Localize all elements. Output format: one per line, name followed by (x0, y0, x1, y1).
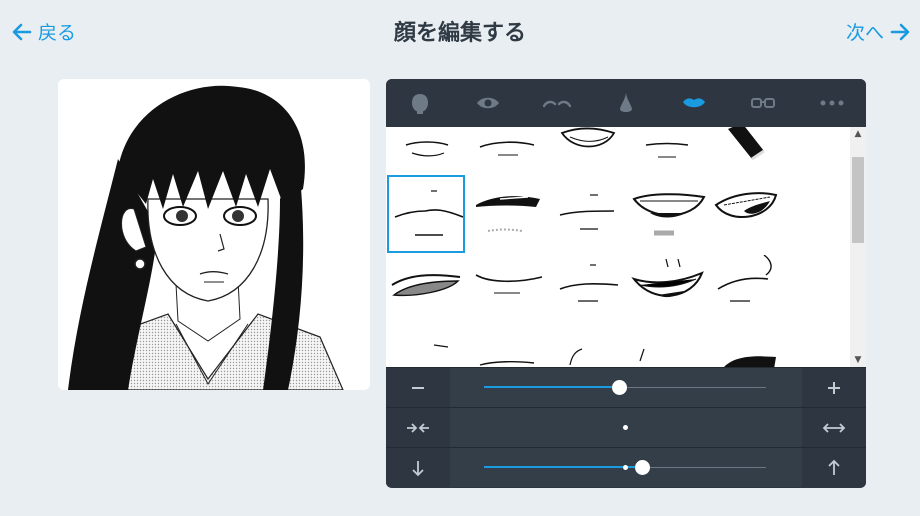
glasses-icon (751, 98, 775, 108)
eye-icon (477, 97, 499, 109)
tab-nose[interactable] (592, 79, 660, 127)
tab-more[interactable] (798, 79, 866, 127)
manga-portrait (68, 85, 344, 390)
next-label: 次へ (845, 22, 884, 44)
mouth-option[interactable] (710, 254, 788, 333)
tab-mouth[interactable] (660, 79, 728, 127)
parts-scrollbar[interactable]: ▲ ▼ (850, 127, 866, 367)
eyebrows-icon (543, 100, 571, 108)
mouth-option-selected[interactable] (387, 175, 465, 253)
narrow-icon (407, 422, 429, 433)
mouth-option[interactable] (550, 335, 628, 367)
center-dot (623, 425, 628, 430)
mouth-option[interactable] (468, 127, 546, 175)
mouth-option[interactable] (630, 175, 708, 253)
enlarge-button[interactable] (802, 368, 866, 407)
mouth-option[interactable] (550, 255, 628, 333)
mouth-option[interactable] (550, 175, 628, 253)
mouth-option[interactable] (388, 255, 466, 333)
widen-button[interactable] (802, 408, 866, 447)
mouth-option[interactable] (710, 335, 788, 367)
position-control-row (386, 447, 866, 487)
slider-thumb[interactable] (612, 380, 628, 395)
width-indicator (484, 408, 766, 447)
page-title: 顔を編集する (393, 21, 526, 46)
position-slider[interactable] (484, 448, 766, 487)
size-control-row (386, 367, 866, 407)
default-position-dot (623, 465, 628, 470)
more-icon (820, 100, 844, 106)
mouth-option[interactable] (630, 255, 708, 333)
arrow-right-icon (890, 23, 910, 40)
width-control-row (386, 407, 866, 447)
move-down-button[interactable] (386, 448, 450, 487)
mouth-option[interactable] (470, 335, 548, 367)
move-up-button[interactable] (802, 448, 866, 487)
mouth-option[interactable] (628, 127, 706, 175)
face-preview (58, 79, 370, 390)
slider-thumb[interactable] (634, 460, 650, 475)
mouth-parts-grid (386, 127, 850, 367)
face-outline-icon (412, 94, 428, 114)
mouth-option[interactable] (630, 335, 708, 367)
mouth-option[interactable] (548, 127, 626, 175)
plus-icon (828, 381, 840, 394)
next-button[interactable]: 次へ (846, 18, 910, 45)
mouth-icon (683, 98, 705, 108)
tab-eyebrows[interactable] (523, 79, 591, 127)
top-bar: 戻る 顔を編集する 次へ (0, 0, 920, 62)
mouth-option[interactable] (470, 255, 548, 333)
mouth-option[interactable] (388, 127, 466, 175)
tab-eyes[interactable] (454, 79, 522, 127)
mouth-option[interactable] (708, 127, 786, 175)
mouth-option[interactable] (388, 335, 466, 367)
size-slider[interactable] (484, 368, 766, 407)
slider-fill (484, 386, 620, 388)
scroll-down-arrow-icon[interactable]: ▼ (850, 353, 866, 367)
parts-editor: ▲ ▼ (386, 79, 866, 488)
widen-icon (822, 422, 846, 433)
shrink-button[interactable] (386, 368, 450, 407)
category-tabs (386, 79, 866, 127)
scroll-thumb[interactable] (852, 157, 864, 243)
tab-glasses[interactable] (729, 79, 797, 127)
mouth-option[interactable] (710, 175, 788, 253)
arrow-down-icon (412, 460, 424, 476)
mouth-option[interactable] (470, 175, 548, 253)
slider-fill (484, 466, 642, 468)
minus-icon (412, 386, 424, 389)
narrow-button[interactable] (386, 408, 450, 447)
arrow-up-icon (828, 459, 840, 475)
scroll-up-arrow-icon[interactable]: ▲ (850, 127, 866, 141)
tab-face-shape[interactable] (386, 79, 454, 127)
nose-icon (620, 93, 632, 112)
